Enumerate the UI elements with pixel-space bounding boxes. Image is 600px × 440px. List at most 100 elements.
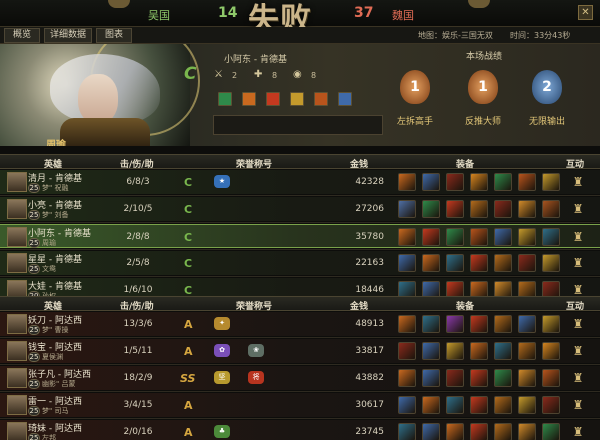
table-row[interactable]: 星星 - 肯德基 25 文鸯 2/5/8 C 22163 ♜ bbox=[0, 251, 600, 275]
equipment-item[interactable] bbox=[422, 315, 440, 333]
equipment-item[interactable] bbox=[542, 396, 560, 414]
equipment-item[interactable] bbox=[422, 200, 440, 218]
equipment-item[interactable] bbox=[398, 173, 416, 191]
equipment-item[interactable] bbox=[446, 173, 464, 191]
equip-slot-1[interactable] bbox=[218, 92, 232, 106]
equipment-item[interactable] bbox=[398, 423, 416, 440]
equipment-item[interactable] bbox=[446, 423, 464, 440]
equipment-item[interactable] bbox=[494, 315, 512, 333]
table-row[interactable]: 小阿东 - 肯德基 25 周瑜 2/8/8 C 35780 ♜ bbox=[0, 224, 600, 248]
hero-avatar[interactable] bbox=[7, 227, 27, 247]
equipment-item[interactable] bbox=[446, 200, 464, 218]
hero-avatar[interactable] bbox=[7, 199, 27, 219]
trophy-icon[interactable]: ♜ bbox=[571, 317, 585, 331]
hero-avatar[interactable] bbox=[7, 314, 27, 334]
table-row[interactable]: 妖刀 - 阿达西 25 梦" 曹操 13/3/6 A ✦ 48913 ♜ bbox=[0, 312, 600, 336]
equipment-item[interactable] bbox=[422, 173, 440, 191]
equipment-item[interactable] bbox=[542, 342, 560, 360]
equipment-item[interactable] bbox=[470, 254, 488, 272]
hero-avatar[interactable] bbox=[7, 172, 27, 192]
trophy-icon[interactable]: ♜ bbox=[571, 230, 585, 244]
equipment-item[interactable] bbox=[446, 342, 464, 360]
trophy-icon[interactable]: ♜ bbox=[571, 425, 585, 439]
table-row[interactable]: 小亮 - 肯德基 25 梦" 刘备 2/10/5 C 27206 ♜ bbox=[0, 197, 600, 221]
equipment-item[interactable] bbox=[518, 173, 536, 191]
equipment-item[interactable] bbox=[518, 423, 536, 440]
trophy-icon[interactable]: ♜ bbox=[571, 283, 585, 297]
equipment-item[interactable] bbox=[398, 200, 416, 218]
equipment-item[interactable] bbox=[422, 423, 440, 440]
equipment-item[interactable] bbox=[470, 228, 488, 246]
equipment-item[interactable] bbox=[398, 315, 416, 333]
equipment-item[interactable] bbox=[446, 254, 464, 272]
trophy-icon[interactable]: ♜ bbox=[571, 202, 585, 216]
equipment-item[interactable] bbox=[446, 315, 464, 333]
equip-slot-3[interactable] bbox=[266, 92, 280, 106]
equip-slot-6[interactable] bbox=[338, 92, 352, 106]
equipment-item[interactable] bbox=[518, 228, 536, 246]
equipment-item[interactable] bbox=[494, 369, 512, 387]
equipment-item[interactable] bbox=[542, 200, 560, 218]
equipment-item[interactable] bbox=[494, 254, 512, 272]
equipment-item[interactable] bbox=[470, 315, 488, 333]
hero-avatar[interactable] bbox=[7, 253, 27, 273]
equip-slot-4[interactable] bbox=[290, 92, 304, 106]
equipment-item[interactable] bbox=[542, 173, 560, 191]
equipment-item[interactable] bbox=[422, 254, 440, 272]
equipment-item[interactable] bbox=[470, 423, 488, 440]
equipment-item[interactable] bbox=[494, 396, 512, 414]
equipment-item[interactable] bbox=[518, 200, 536, 218]
equipment-item[interactable] bbox=[542, 254, 560, 272]
equipment-item[interactable] bbox=[398, 228, 416, 246]
hero-avatar[interactable] bbox=[7, 368, 27, 388]
equipment-item[interactable] bbox=[398, 254, 416, 272]
equipment-item[interactable] bbox=[494, 342, 512, 360]
equipment-item[interactable] bbox=[518, 342, 536, 360]
equipment-item[interactable] bbox=[518, 254, 536, 272]
equipment-item[interactable] bbox=[542, 369, 560, 387]
equipment-item[interactable] bbox=[422, 396, 440, 414]
trophy-icon[interactable]: ♜ bbox=[571, 398, 585, 412]
equipment-item[interactable] bbox=[542, 423, 560, 440]
equipment-item[interactable] bbox=[518, 369, 536, 387]
table-row[interactable]: 琦妹 - 阿达西 25 左邦 2/0/16 A ♣ 23745 ♜ bbox=[0, 420, 600, 440]
equipment-item[interactable] bbox=[518, 315, 536, 333]
equipment-item[interactable] bbox=[470, 342, 488, 360]
equipment-item[interactable] bbox=[470, 396, 488, 414]
hero-avatar[interactable] bbox=[7, 395, 27, 415]
equipment-item[interactable] bbox=[398, 342, 416, 360]
equipment-item[interactable] bbox=[494, 200, 512, 218]
close-button[interactable]: ✕ bbox=[578, 5, 593, 20]
equipment-item[interactable] bbox=[470, 173, 488, 191]
equipment-item[interactable] bbox=[446, 369, 464, 387]
hero-avatar[interactable] bbox=[7, 422, 27, 440]
table-row[interactable]: 清月 - 肯德基 25 梦" 祝融 6/8/3 C ★ 42328 ♜ bbox=[0, 170, 600, 194]
trophy-icon[interactable]: ♜ bbox=[571, 371, 585, 385]
equipment-item[interactable] bbox=[470, 369, 488, 387]
equipment-item[interactable] bbox=[422, 228, 440, 246]
table-row[interactable]: 雷一 - 阿达西 25 梦" 司马 3/4/15 A 30617 ♜ bbox=[0, 393, 600, 417]
equipment-item[interactable] bbox=[542, 315, 560, 333]
equipment-item[interactable] bbox=[446, 396, 464, 414]
equipment-item[interactable] bbox=[494, 423, 512, 440]
trophy-icon[interactable]: ♜ bbox=[571, 344, 585, 358]
tab-overview[interactable]: 概览 bbox=[4, 28, 40, 43]
equipment-item[interactable] bbox=[398, 369, 416, 387]
table-row[interactable]: 钱宝 - 阿达西 25 夏侯渊 1/5/11 A ✿ ❀ 33817 ♜ bbox=[0, 339, 600, 363]
equipment-item[interactable] bbox=[446, 228, 464, 246]
equipment-item[interactable] bbox=[542, 228, 560, 246]
equip-slot-2[interactable] bbox=[242, 92, 256, 106]
trophy-icon[interactable]: ♜ bbox=[571, 256, 585, 270]
tab-charts[interactable]: 图表 bbox=[96, 28, 132, 43]
equipment-item[interactable] bbox=[470, 200, 488, 218]
hero-avatar[interactable] bbox=[7, 341, 27, 361]
equipment-item[interactable] bbox=[494, 228, 512, 246]
equipment-item[interactable] bbox=[422, 342, 440, 360]
tab-details[interactable]: 详细数据 bbox=[44, 28, 92, 43]
equipment-item[interactable] bbox=[398, 396, 416, 414]
equipment-item[interactable] bbox=[422, 369, 440, 387]
table-row[interactable]: 张子凡 - 阿达西 25 幽影" 吕蒙 18/2/9 SS 坚将 43882 ♜ bbox=[0, 366, 600, 390]
equip-slot-5[interactable] bbox=[314, 92, 328, 106]
equipment-item[interactable] bbox=[518, 396, 536, 414]
equipment-item[interactable] bbox=[494, 173, 512, 191]
